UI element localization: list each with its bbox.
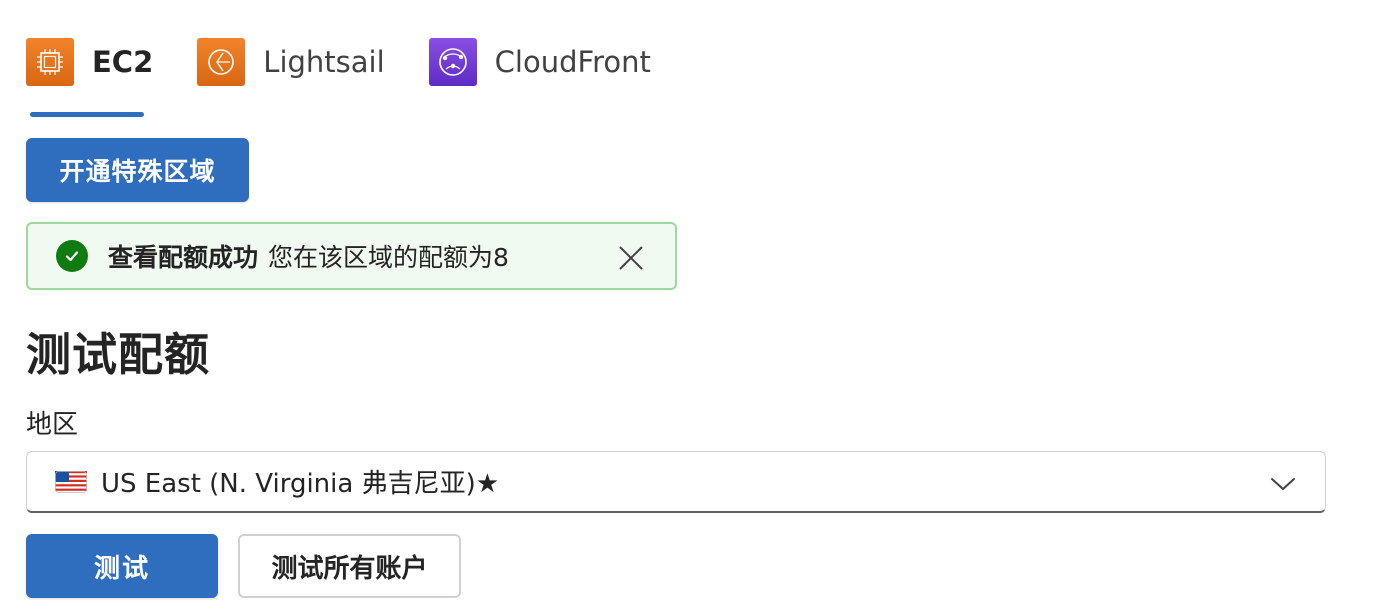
- service-tabs: EC2 Lightsail CloudFront: [26, 36, 695, 88]
- success-message-bar: 查看配额成功 您在该区域的配额为8: [26, 222, 677, 290]
- tab-ec2[interactable]: EC2: [26, 36, 153, 88]
- tab-lightsail-label: Lightsail: [263, 45, 385, 79]
- us-flag-icon: [55, 470, 87, 493]
- tab-cloudfront-label: CloudFront: [494, 45, 651, 79]
- active-tab-indicator: [30, 112, 144, 117]
- close-icon[interactable]: [617, 244, 645, 272]
- success-check-icon: [56, 240, 88, 272]
- region-dropdown[interactable]: US East (N. Virginia 弗吉尼亚)★: [26, 451, 1326, 513]
- cloudfront-icon: [428, 38, 477, 86]
- page-title: 测试配额: [26, 328, 211, 381]
- region-selected-value: US East (N. Virginia 弗吉尼亚)★: [101, 469, 500, 499]
- tab-lightsail[interactable]: Lightsail: [197, 36, 385, 88]
- test-all-accounts-button[interactable]: 测试所有账户: [238, 534, 461, 598]
- chevron-down-icon: [1271, 478, 1295, 490]
- tab-cloudfront[interactable]: CloudFront: [428, 36, 651, 88]
- message-title: 查看配额成功: [108, 243, 259, 272]
- lightsail-icon: [197, 38, 246, 86]
- open-special-region-button[interactable]: 开通特殊区域: [26, 138, 249, 202]
- test-button[interactable]: 测试: [26, 534, 218, 598]
- region-label: 地区: [26, 410, 79, 440]
- ec2-icon: [26, 38, 74, 86]
- tab-ec2-label: EC2: [92, 45, 154, 79]
- message-text: 您在该区域的配额为8: [268, 243, 509, 272]
